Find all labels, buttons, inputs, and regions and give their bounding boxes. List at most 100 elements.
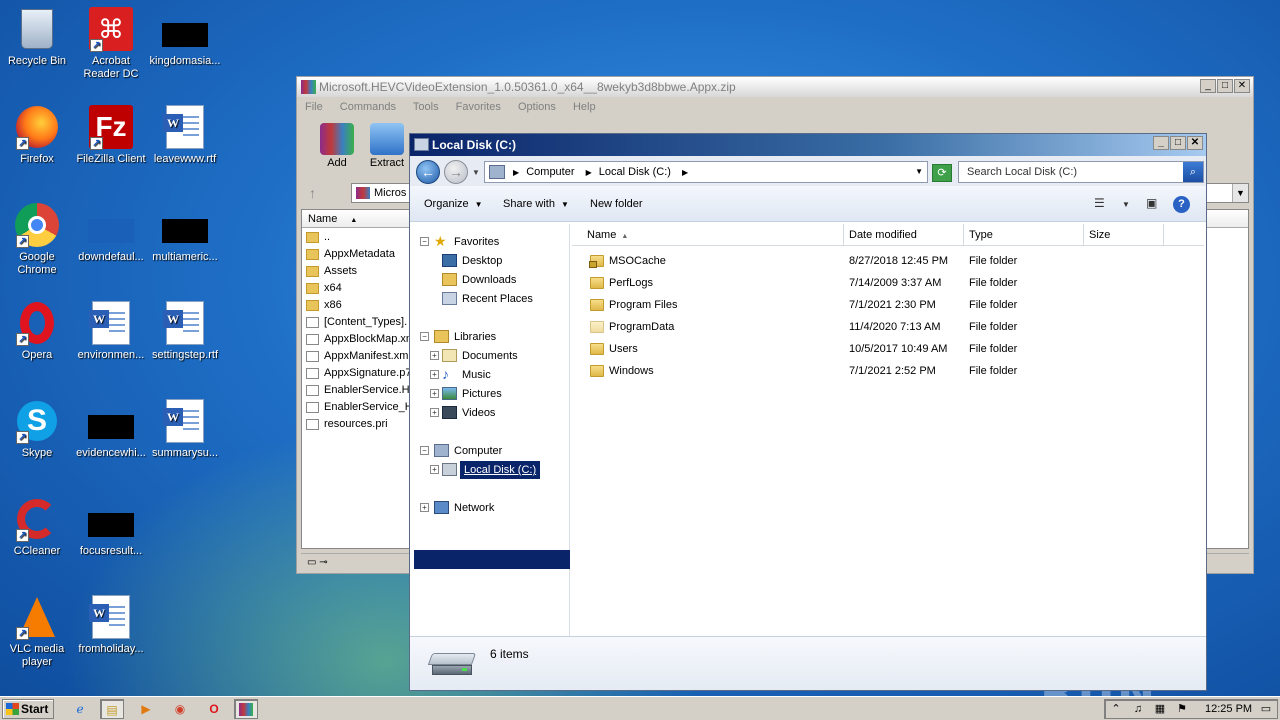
nav-pictures[interactable]: + Pictures [430, 385, 570, 403]
address-dropdown-icon[interactable]: ▼ [915, 162, 923, 182]
desktop-icon-fromholiday[interactable]: fromholiday... [74, 594, 148, 656]
desktop-icon-acrobat[interactable]: ⌘ ↗ Acrobat Reader DC [74, 6, 148, 81]
desktop-icon-chrome[interactable]: ↗ Google Chrome [0, 202, 74, 277]
winrar-taskbar-icon[interactable] [234, 699, 258, 719]
show-hidden-icons-icon[interactable]: ⌃ [1109, 703, 1123, 716]
up-arrow-icon[interactable]: ↑ [309, 185, 325, 201]
collapse-icon[interactable]: − [420, 237, 429, 246]
network-tray-icon[interactable]: ▦ [1153, 703, 1167, 716]
chevron-down-icon[interactable]: ▼ [1232, 184, 1248, 202]
refresh-icon[interactable]: ⟳ [932, 164, 952, 182]
organize-button[interactable]: Organize ▼ [424, 186, 483, 222]
media-player-icon[interactable]: ▶ [134, 699, 158, 719]
column-header-name[interactable]: Name ▲ [572, 224, 844, 246]
nav-music[interactable]: + ♪ Music [430, 366, 570, 384]
breadcrumb-computer[interactable]: Computer [526, 166, 574, 178]
desktop-icon-environmen[interactable]: environmen... [74, 300, 148, 362]
volume-icon[interactable]: ♫ [1131, 703, 1145, 716]
nav-favorites[interactable]: − ★ Favorites [420, 233, 570, 251]
column-header-date-modified[interactable]: Date modified [844, 224, 964, 246]
expand-icon[interactable]: + [430, 408, 439, 417]
nav-recent-places[interactable]: Recent Places [442, 290, 570, 308]
nav-desktop[interactable]: Desktop [442, 252, 570, 270]
expand-icon[interactable]: + [430, 465, 439, 474]
collapse-icon[interactable]: − [420, 332, 429, 341]
show-desktop-icon[interactable]: ▭ [1259, 703, 1273, 716]
forward-arrow-icon[interactable]: → [444, 160, 468, 184]
breadcrumb-local-disk[interactable]: Local Disk (C:) [599, 166, 671, 178]
extract-button[interactable]: Extract [367, 123, 407, 169]
column-header-type[interactable]: Type [964, 224, 1084, 246]
breadcrumb-arrow-icon[interactable]: ▶ [682, 168, 688, 177]
file-row[interactable]: PerfLogs 7/14/2009 3:37 AM File folder [572, 272, 1204, 294]
help-icon[interactable]: ? [1173, 196, 1190, 213]
explorer-titlebar[interactable]: Local Disk (C:) _ □ ✕ [410, 134, 1206, 156]
desktop-icon-leavewww[interactable]: leavewww.rtf [148, 104, 222, 166]
minimize-button[interactable]: _ [1153, 136, 1169, 150]
chrome-taskbar-icon[interactable]: ◉ [168, 699, 192, 719]
menu-file[interactable]: File [305, 101, 323, 113]
desktop-icon-opera[interactable]: ↗ Opera [0, 300, 74, 362]
nav-videos[interactable]: + Videos [430, 404, 570, 422]
nav-libraries[interactable]: − Libraries [420, 328, 570, 346]
search-icon[interactable]: ⌕ [1183, 162, 1203, 182]
file-row[interactable]: Program Files 7/1/2021 2:30 PM File folder [572, 294, 1204, 316]
address-bar[interactable]: ▶ Computer ▶ Local Disk (C:) ▶ ▼ [484, 161, 928, 183]
desktop-icon-downdefaul[interactable]: downdefaul... [74, 202, 148, 264]
column-header-size[interactable]: Size [1084, 224, 1164, 246]
expand-icon[interactable]: + [430, 389, 439, 398]
menu-favorites[interactable]: Favorites [456, 101, 501, 113]
preview-pane-icon[interactable]: ▣ [1146, 196, 1157, 210]
nav-local-disk[interactable]: + Local Disk (C:) [430, 461, 570, 479]
nav-documents[interactable]: + Documents [430, 347, 570, 365]
clock[interactable]: 12:25 PM [1205, 700, 1252, 718]
nav-downloads[interactable]: Downloads [442, 271, 570, 289]
search-input[interactable]: Search Local Disk (C:) ⌕ [958, 161, 1204, 183]
expand-icon[interactable]: + [420, 503, 429, 512]
desktop-icon-skype[interactable]: S ↗ Skype [0, 398, 74, 460]
file-row[interactable]: MSOCache 8/27/2018 12:45 PM File folder [572, 250, 1204, 272]
desktop-icon-focusresult[interactable]: focusresult... [74, 496, 148, 558]
file-row[interactable]: ProgramData 11/4/2020 7:13 AM File folder [572, 316, 1204, 338]
nav-network[interactable]: + Network [420, 499, 570, 517]
close-button[interactable]: ✕ [1187, 136, 1203, 150]
desktop-icon-kingdomasia[interactable]: kingdomasia... [148, 6, 222, 68]
file-row[interactable]: Windows 7/1/2021 2:52 PM File folder [572, 360, 1204, 382]
nav-computer[interactable]: − Computer [420, 442, 570, 460]
desktop-icon-filezilla[interactable]: Fz ↗ FileZilla Client [74, 104, 148, 166]
maximize-button[interactable]: □ [1217, 79, 1233, 93]
breadcrumb-arrow-icon[interactable]: ▶ [513, 168, 519, 177]
desktop-icon-settingstep[interactable]: settingstep.rtf [148, 300, 222, 362]
opera-taskbar-icon[interactable]: O [202, 699, 226, 719]
minimize-button[interactable]: _ [1200, 79, 1216, 93]
share-with-button[interactable]: Share with ▼ [503, 186, 569, 222]
view-dropdown-icon[interactable]: ▼ [1122, 200, 1130, 209]
explorer-window[interactable]: Local Disk (C:) _ □ ✕ ← → ▼ ▶ Computer ▶… [409, 133, 1207, 691]
start-button[interactable]: Start [2, 699, 54, 719]
menu-commands[interactable]: Commands [340, 101, 396, 113]
desktop-icon-firefox[interactable]: ↗ Firefox [0, 104, 74, 166]
file-row[interactable]: Users 10/5/2017 10:49 AM File folder [572, 338, 1204, 360]
internet-explorer-icon[interactable]: ℯ [68, 699, 92, 719]
desktop-icon-ccleaner[interactable]: ↗ CCleaner [0, 496, 74, 558]
breadcrumb-arrow-icon[interactable]: ▶ [586, 168, 592, 177]
change-view-icon[interactable]: ☰ [1094, 196, 1105, 210]
desktop-icon-summarysu[interactable]: summarysu... [148, 398, 222, 460]
expand-icon[interactable]: + [430, 370, 439, 379]
explorer-taskbar-icon[interactable]: ▤ [100, 699, 124, 719]
maximize-button[interactable]: □ [1170, 136, 1186, 150]
desktop-icon-evidencewhi[interactable]: evidencewhi... [74, 398, 148, 460]
action-center-flag-icon[interactable]: ⚑ [1175, 703, 1189, 716]
menu-help[interactable]: Help [573, 101, 596, 113]
desktop-icon-multiameric[interactable]: multiameric... [148, 202, 222, 264]
add-button[interactable]: Add [317, 123, 357, 169]
new-folder-button[interactable]: New folder [590, 186, 643, 222]
back-arrow-icon[interactable]: ← [416, 160, 440, 184]
menu-options[interactable]: Options [518, 101, 556, 113]
expand-icon[interactable]: + [430, 351, 439, 360]
desktop-icon-recycle-bin[interactable]: Recycle Bin [0, 6, 74, 68]
winrar-titlebar[interactable]: Microsoft.HEVCVideoExtension_1.0.50361.0… [297, 77, 1253, 97]
collapse-icon[interactable]: − [420, 446, 429, 455]
recent-pages-chevron-icon[interactable]: ▼ [472, 168, 480, 177]
desktop-icon-vlc[interactable]: ↗ VLC media player [0, 594, 74, 669]
